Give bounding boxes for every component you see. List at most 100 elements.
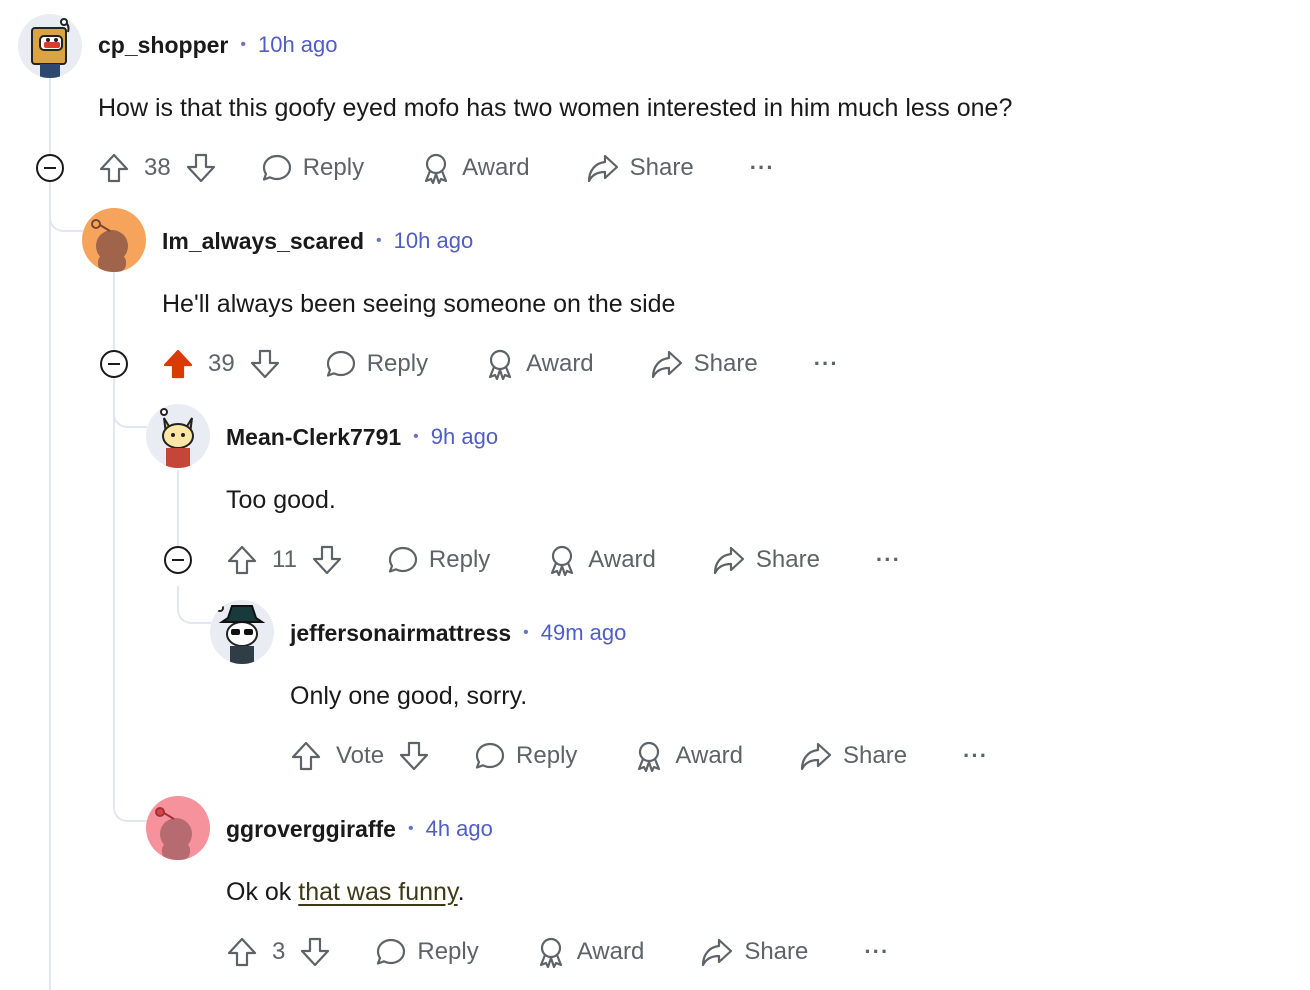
upvote-arrow-icon xyxy=(227,937,257,967)
comment-actions: 3 Reply Award Share ··· xyxy=(226,932,889,972)
upvote-arrow-icon xyxy=(99,153,129,183)
upvote-button[interactable] xyxy=(162,348,194,380)
downvote-arrow-icon xyxy=(250,349,279,379)
reply-label: Reply xyxy=(516,742,578,769)
comment-actions: 11 Reply Award Share ··· xyxy=(226,540,901,580)
minus-icon xyxy=(108,363,120,365)
reply-button[interactable]: Reply xyxy=(387,544,490,576)
downvote-button[interactable] xyxy=(299,936,331,968)
reply-button[interactable]: Reply xyxy=(474,740,577,772)
thread-elbow xyxy=(113,790,147,822)
share-label: Share xyxy=(755,546,820,573)
reply-button[interactable]: Reply xyxy=(325,348,428,380)
comment-actions: 38 Reply Award Share ··· xyxy=(98,148,775,188)
award-label: Award xyxy=(462,154,530,181)
downvote-arrow-icon xyxy=(301,937,330,967)
award-button[interactable]: Award xyxy=(420,152,530,184)
award-ribbon-icon xyxy=(551,545,574,576)
award-label: Award xyxy=(588,546,656,573)
share-button[interactable]: Share xyxy=(700,936,808,968)
share-button[interactable]: Share xyxy=(650,348,758,380)
username[interactable]: Im_always_scared xyxy=(162,228,364,255)
downvote-button[interactable] xyxy=(249,348,281,380)
award-button[interactable]: Award xyxy=(633,740,743,772)
comment-link[interactable]: that was funny xyxy=(298,878,457,906)
avatar[interactable] xyxy=(210,600,274,664)
award-button[interactable]: Award xyxy=(546,544,656,576)
minus-icon xyxy=(44,167,56,169)
speech-bubble-icon xyxy=(377,938,406,965)
collapse-thread-button[interactable] xyxy=(100,350,128,378)
speech-bubble-icon xyxy=(388,546,418,573)
upvote-arrow-icon xyxy=(291,741,321,771)
username[interactable]: Mean-Clerk7791 xyxy=(226,424,401,451)
comment-actions: Vote Reply Award Share ··· xyxy=(290,736,988,776)
award-ribbon-icon xyxy=(424,153,448,184)
award-label: Award xyxy=(576,938,645,965)
downvote-arrow-icon xyxy=(186,153,215,183)
downvote-button[interactable] xyxy=(311,544,343,576)
separator-dot: • xyxy=(240,36,246,53)
downvote-arrow-icon xyxy=(312,545,342,575)
upvote-arrow-filled-icon xyxy=(163,349,193,379)
comment-body: Ok ok that was funny. xyxy=(226,876,465,908)
comment-body: Only one good, sorry. xyxy=(290,682,528,710)
thread-elbow xyxy=(177,586,211,624)
more-options-icon[interactable]: ··· xyxy=(876,547,901,573)
timestamp[interactable]: 10h ago xyxy=(258,32,338,58)
share-button[interactable]: Share xyxy=(799,740,907,772)
award-button[interactable]: Award xyxy=(535,936,645,968)
timestamp[interactable]: 10h ago xyxy=(394,228,474,254)
username[interactable]: cp_shopper xyxy=(98,32,228,59)
upvote-button[interactable] xyxy=(290,740,322,772)
reply-label: Reply xyxy=(366,350,429,377)
award-ribbon-icon xyxy=(638,741,661,772)
upvote-button[interactable] xyxy=(226,936,258,968)
comment-meta: Mean-Clerk7791 • 9h ago xyxy=(226,422,498,452)
thread-elbow xyxy=(113,390,147,428)
comment-meta: jeffersonairmattress • 49m ago xyxy=(290,618,626,648)
avatar[interactable] xyxy=(146,404,210,468)
timestamp[interactable]: 4h ago xyxy=(426,816,493,842)
more-options-icon[interactable]: ··· xyxy=(963,743,988,769)
reply-button[interactable]: Reply xyxy=(261,152,364,184)
reply-label: Reply xyxy=(428,546,491,573)
downvote-button[interactable] xyxy=(398,740,430,772)
speech-bubble-icon xyxy=(326,350,355,377)
thread-line-level-2 xyxy=(177,470,179,550)
reply-button[interactable]: Reply xyxy=(375,936,479,968)
more-options-icon[interactable]: ··· xyxy=(750,155,775,181)
share-arrow-icon xyxy=(800,742,832,771)
separator-dot: • xyxy=(523,624,529,641)
avatar[interactable] xyxy=(18,14,82,78)
share-arrow-icon xyxy=(587,154,618,183)
upvote-arrow-icon xyxy=(227,545,257,575)
share-label: Share xyxy=(693,350,758,377)
downvote-button[interactable] xyxy=(185,152,217,184)
speech-bubble-icon xyxy=(262,154,291,181)
award-button[interactable]: Award xyxy=(484,348,594,380)
comment-meta: ggroverggiraffe • 4h ago xyxy=(226,814,493,844)
timestamp[interactable]: 9h ago xyxy=(431,424,498,450)
share-button[interactable]: Share xyxy=(712,544,820,576)
thread-elbow xyxy=(49,194,83,232)
timestamp[interactable]: 49m ago xyxy=(541,620,627,646)
more-options-icon[interactable]: ··· xyxy=(864,939,889,965)
comment-body: He'll always been seeing someone on the … xyxy=(162,290,676,318)
avatar[interactable] xyxy=(146,796,210,860)
default-snoo-pink-avatar-icon xyxy=(155,807,192,860)
collapse-thread-button[interactable] xyxy=(36,154,64,182)
collapse-thread-button[interactable] xyxy=(164,546,192,574)
more-options-icon[interactable]: ··· xyxy=(814,351,839,377)
share-label: Share xyxy=(629,154,694,181)
username[interactable]: ggroverggiraffe xyxy=(226,816,396,843)
avatar[interactable] xyxy=(82,208,146,272)
snoo-avatar-hat-sunglasses-icon xyxy=(216,604,266,664)
upvote-button[interactable] xyxy=(226,544,258,576)
share-button[interactable]: Share xyxy=(586,152,694,184)
username[interactable]: jeffersonairmattress xyxy=(290,620,511,647)
upvote-button[interactable] xyxy=(98,152,130,184)
vote-score: 3 xyxy=(272,938,286,965)
comment-body: How is that this goofy eyed mofo has two… xyxy=(98,94,1013,122)
default-snoo-orange-avatar-icon xyxy=(91,219,128,272)
